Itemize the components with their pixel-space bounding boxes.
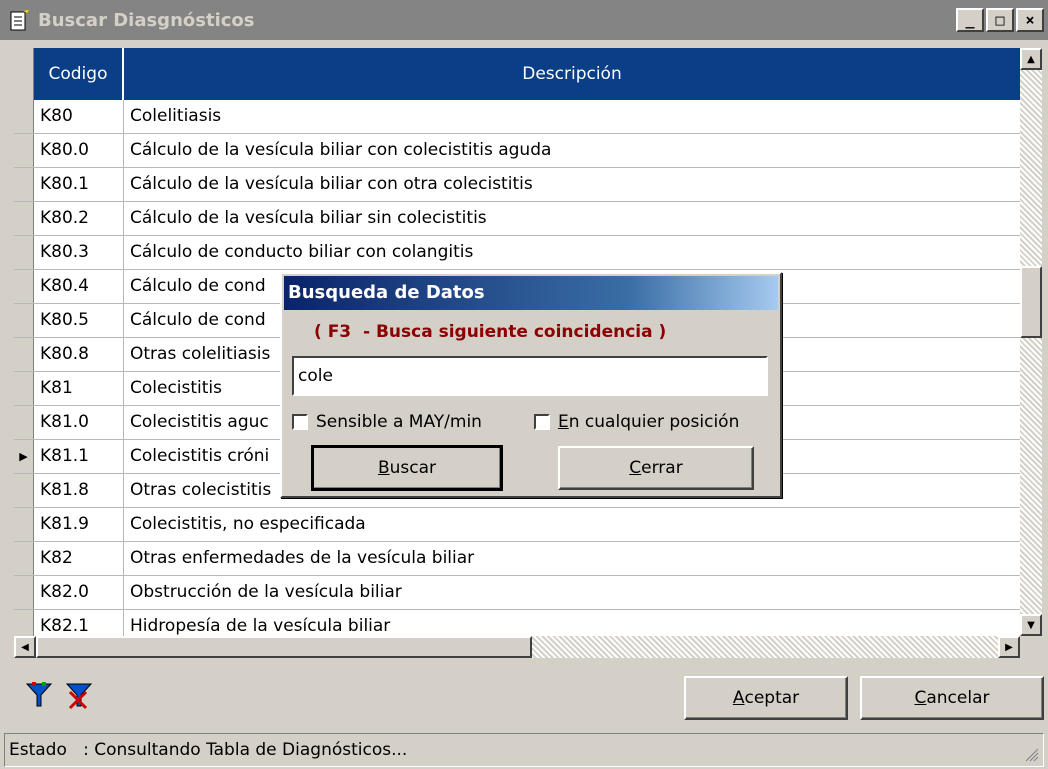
row-selector[interactable] [14,270,34,303]
table-row[interactable]: K80.3 Cálculo de conducto biliar con cola… [14,236,1020,270]
search-dialog[interactable]: Busqueda de Datos ( F3 - Busca siguiente… [280,272,782,498]
horizontal-scroll-thumb[interactable] [36,636,532,658]
row-selector[interactable] [14,168,34,201]
row-selector[interactable] [14,338,34,371]
search-label: uscar [389,458,437,478]
cell-code[interactable]: K81.0 [34,406,124,439]
row-selector[interactable] [14,508,34,541]
row-selector[interactable] [14,474,34,507]
cell-code[interactable]: K80.8 [34,338,124,371]
case-sensitive-box[interactable] [292,414,308,430]
document-icon [10,10,29,31]
cell-description[interactable]: Hidropesía de la vesícula biliar [124,610,1020,636]
horizontal-scrollbar[interactable]: ◀ ▶ [14,636,1020,658]
cell-description[interactable]: Obstrucción de la vesícula biliar [124,576,1020,609]
cell-code[interactable]: K80.1 [34,168,124,201]
search-dialog-hint: ( F3 - Busca siguiente coincidencia ) [314,322,667,342]
resize-grip-icon[interactable] [1023,746,1039,762]
cell-code[interactable]: K80.0 [34,134,124,167]
case-sensitive-checkbox[interactable]: Sensible a MAY/min [292,412,482,432]
table-row[interactable]: K81.9 Colecistitis, no especificada [14,508,1020,542]
cell-description[interactable]: Cálculo de conducto biliar con colangiti… [124,236,1020,269]
cell-code[interactable]: K80.5 [34,304,124,337]
scrollbar-corner [1020,636,1042,658]
row-selector[interactable] [14,576,34,609]
scroll-left-icon[interactable]: ◀ [14,636,36,658]
cancel-label: ancelar [926,688,990,708]
table-row[interactable]: K80.2 Cálculo de la vesícula biliar sin c… [14,202,1020,236]
column-header-descripcion[interactable]: Descripción [124,48,1020,100]
cell-description[interactable]: Cálculo de la vesícula biliar con otra c… [124,168,1020,201]
grid-header: Codigo Descripción [14,48,1020,100]
minimize-button[interactable]: _ [956,8,984,32]
filter-icon[interactable] [24,680,54,710]
table-row[interactable]: K82.0 Obstrucción de la vesícula biliar [14,576,1020,610]
table-row[interactable]: K82.1 Hidropesía de la vesícula biliar [14,610,1020,636]
cancel-hotkey: C [914,688,927,708]
cell-description[interactable]: Colelitiasis [124,100,1020,133]
cell-code[interactable]: K81.1 [34,440,124,473]
cell-code[interactable]: K82.1 [34,610,124,636]
case-sensitive-label: Sensible a MAY/min [316,412,482,432]
clear-filter-icon[interactable] [64,680,94,710]
accept-label: ceptar [744,688,800,708]
cell-code[interactable]: K81.8 [34,474,124,507]
row-selector-header [14,48,34,100]
cell-code[interactable]: K82.0 [34,576,124,609]
window-title: Buscar Diasgnósticos [38,10,255,31]
close-button[interactable]: × [1016,8,1044,32]
cancel-button[interactable]: Cancelar [860,676,1044,720]
cell-code[interactable]: K80.4 [34,270,124,303]
any-position-label: En cualquier posición [558,412,740,432]
close-hotkey: C [629,458,642,478]
row-selector[interactable] [14,202,34,235]
row-selector[interactable] [14,372,34,405]
row-selector[interactable] [14,610,34,636]
any-position-box[interactable] [534,414,550,430]
scroll-right-icon[interactable]: ▶ [998,636,1020,658]
close-dialog-button[interactable]: Cerrar [558,446,754,490]
accept-hotkey: A [732,688,745,708]
current-row-marker-icon[interactable]: ▶ [14,440,34,473]
cell-description[interactable]: Colecistitis, no especificada [124,508,1020,541]
any-position-hotkey: E [558,412,569,432]
table-row[interactable]: K80 Colelitiasis [14,100,1020,134]
row-selector[interactable] [14,304,34,337]
table-row[interactable]: K80.1 Cálculo de la vesícula biliar con o… [14,168,1020,202]
cell-code[interactable]: K82 [34,542,124,575]
row-selector[interactable] [14,100,34,133]
table-row[interactable]: K80.0 Cálculo de la vesícula biliar con c… [14,134,1020,168]
search-button[interactable]: Buscar [311,445,503,491]
status-text: Estado : Consultando Tabla de Diagnóstic… [9,740,408,760]
close-label: errar [641,458,683,478]
row-selector[interactable] [14,134,34,167]
row-selector[interactable] [14,406,34,439]
cell-code[interactable]: K80.2 [34,202,124,235]
column-header-codigo[interactable]: Codigo [34,48,124,100]
search-hotkey: B [377,458,390,478]
scroll-up-icon[interactable]: ▲ [1020,48,1042,70]
accept-button[interactable]: Aceptar [684,676,848,720]
table-row[interactable]: K82 Otras enfermedades de la vesícula bil… [14,542,1020,576]
vertical-scrollbar[interactable]: ▲ ▼ [1020,48,1042,636]
cell-description[interactable]: Cálculo de la vesícula biliar con coleci… [124,134,1020,167]
any-position-checkbox[interactable]: En cualquier posición [534,412,739,432]
cell-description[interactable]: Cálculo de la vesícula biliar sin coleci… [124,202,1020,235]
scroll-down-icon[interactable]: ▼ [1020,614,1042,636]
row-selector[interactable] [14,542,34,575]
status-bar: Estado : Consultando Tabla de Diagnóstic… [4,733,1044,767]
window-titlebar[interactable]: Buscar Diasgnósticos _ □ × [0,0,1048,40]
maximize-button[interactable]: □ [986,8,1014,32]
search-input[interactable] [292,356,768,396]
row-selector[interactable] [14,236,34,269]
cell-code[interactable]: K81 [34,372,124,405]
search-dialog-title[interactable]: Busqueda de Datos [284,276,778,310]
vertical-scroll-thumb[interactable] [1020,266,1042,338]
cell-description[interactable]: Otras enfermedades de la vesícula biliar [124,542,1020,575]
cell-code[interactable]: K81.9 [34,508,124,541]
cell-code[interactable]: K80.3 [34,236,124,269]
cell-code[interactable]: K80 [34,100,124,133]
